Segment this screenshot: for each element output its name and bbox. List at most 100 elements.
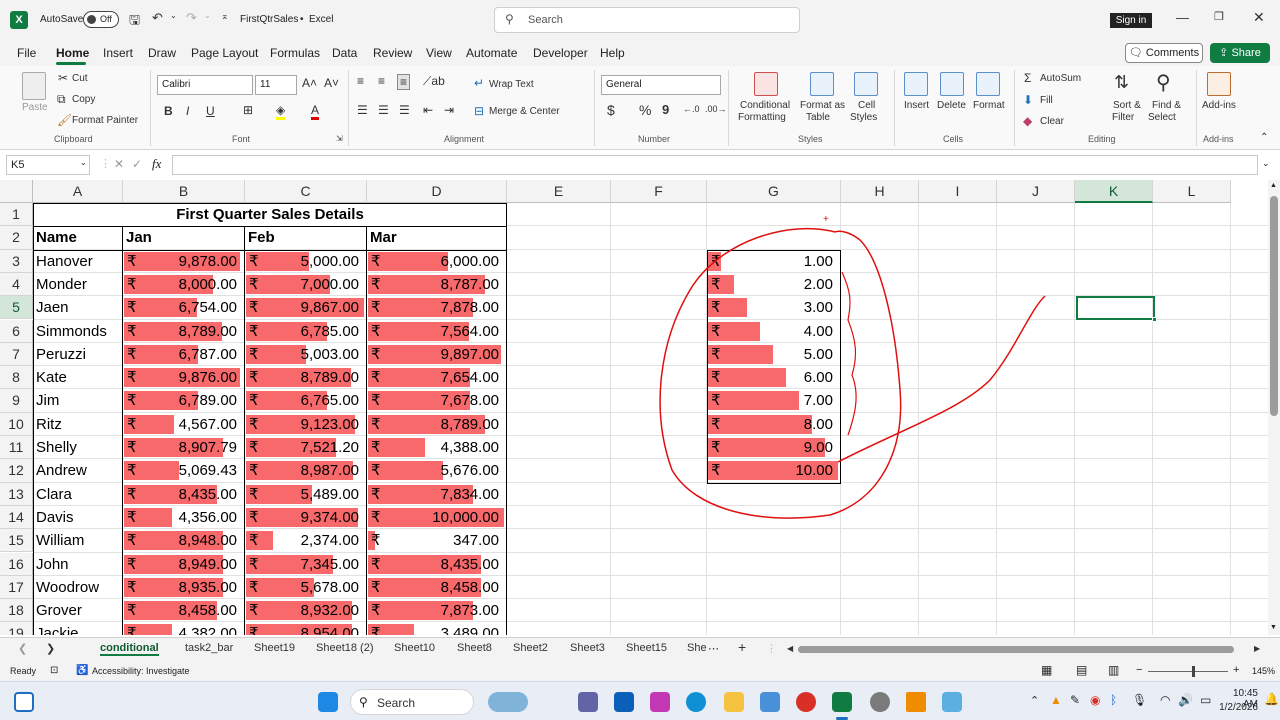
tab-split-icon[interactable]: ⋮ bbox=[766, 642, 777, 655]
format-painter-icon[interactable]: 🖌 bbox=[57, 113, 72, 127]
find-select-icon[interactable]: ⚲ bbox=[1156, 70, 1171, 95]
name-box[interactable]: K5 bbox=[6, 155, 90, 175]
conditional-formatting-label-2[interactable]: Formatting bbox=[738, 112, 786, 123]
zoom-slider[interactable] bbox=[1148, 671, 1228, 672]
font-size-select[interactable]: 11 bbox=[255, 75, 297, 95]
underline-button[interactable]: U bbox=[206, 104, 215, 118]
accounting-format-button[interactable]: $ bbox=[607, 102, 615, 118]
tab-insert[interactable]: Insert bbox=[103, 46, 133, 60]
undo-dropdown-icon[interactable]: ⌄ bbox=[170, 11, 177, 20]
merge-center-button[interactable]: Merge & Center bbox=[489, 106, 560, 117]
page-layout-view-icon[interactable]: ▤ bbox=[1076, 663, 1087, 677]
clock-date[interactable]: 1/2/2026 bbox=[1218, 702, 1258, 713]
tab-developer[interactable]: Developer bbox=[533, 46, 588, 60]
page-break-view-icon[interactable]: ▥ bbox=[1108, 663, 1119, 677]
undo-icon[interactable]: ↶ bbox=[152, 10, 163, 26]
percent-style-button[interactable]: % bbox=[639, 102, 651, 118]
tab-view[interactable]: View bbox=[426, 46, 452, 60]
excel-taskbar-icon[interactable] bbox=[832, 692, 852, 712]
scroll-up-icon[interactable]: ▲ bbox=[1270, 182, 1277, 189]
redo-icon[interactable]: ↷ bbox=[186, 10, 197, 26]
accessibility-status[interactable]: Accessibility: Investigate bbox=[92, 666, 190, 676]
cut-button[interactable]: Cut bbox=[72, 73, 88, 84]
increase-font-icon[interactable]: A˄ bbox=[302, 76, 317, 90]
insert-cells-button[interactable]: Insert bbox=[904, 100, 929, 111]
merge-center-icon[interactable]: ⊟ bbox=[474, 104, 484, 118]
battery-icon[interactable]: ▭ bbox=[1200, 693, 1211, 707]
save-icon[interactable]: 🖫 bbox=[129, 11, 140, 33]
cut-icon[interactable]: ✂ bbox=[58, 71, 68, 85]
font-dialog-launcher-icon[interactable]: ⇲ bbox=[336, 134, 343, 143]
delete-cells-button[interactable]: Delete bbox=[937, 100, 966, 111]
tray-pen-icon[interactable]: ✎ bbox=[1070, 693, 1080, 707]
share-button[interactable]: ⇪ Share bbox=[1210, 43, 1270, 63]
font-name-select[interactable]: Calibri bbox=[157, 75, 253, 95]
copy-icon[interactable]: ⧉ bbox=[57, 92, 66, 107]
align-center-icon[interactable]: ☰ bbox=[378, 103, 389, 117]
decrease-indent-icon[interactable]: ⇤ bbox=[423, 103, 433, 117]
tab-automate[interactable]: Automate bbox=[466, 46, 517, 60]
formula-input[interactable] bbox=[172, 155, 1258, 175]
increase-indent-icon[interactable]: ⇥ bbox=[444, 103, 454, 117]
horizontal-scroll-thumb[interactable] bbox=[798, 646, 1234, 653]
decrease-decimal-icon[interactable]: .00→ bbox=[705, 104, 727, 114]
tray-overflow-icon[interactable]: ⌃ bbox=[1030, 694, 1039, 707]
expand-formula-bar-icon[interactable]: ⌄ bbox=[1262, 158, 1270, 169]
sheet-tab-sheet10[interactable]: Sheet10 bbox=[394, 642, 435, 654]
format-as-table-label-2[interactable]: Table bbox=[806, 112, 830, 123]
enter-icon[interactable]: ✓ bbox=[132, 157, 142, 171]
normal-view-icon[interactable]: ▦ bbox=[1041, 663, 1052, 677]
wrap-text-icon[interactable]: ↵ bbox=[474, 76, 484, 90]
worksheet-grid[interactable]: ABCDEFGHIJKL 1 2 3 4 5 6 7 8 9 10 11 12 13 14 15 16 17 18… bbox=[0, 180, 1268, 635]
increase-decimal-icon[interactable]: ←.0 bbox=[683, 104, 700, 114]
format-as-table-icon[interactable] bbox=[810, 72, 834, 96]
align-top-icon[interactable]: ≡ bbox=[357, 74, 364, 88]
bold-button[interactable]: B bbox=[164, 104, 173, 118]
taskbar-search[interactable]: ⚲ Search bbox=[350, 689, 474, 715]
format-cells-icon[interactable] bbox=[976, 72, 1000, 96]
edge-icon[interactable] bbox=[686, 692, 706, 712]
vlc-icon[interactable] bbox=[906, 692, 926, 712]
pdf-reader-icon[interactable] bbox=[796, 692, 816, 712]
store-icon[interactable] bbox=[614, 692, 634, 712]
close-icon[interactable]: ✕ bbox=[1253, 9, 1265, 26]
find-select-button-2[interactable]: Select bbox=[1148, 112, 1176, 123]
fill-icon[interactable]: ⬇ bbox=[1023, 93, 1033, 107]
sheet-tab-sheet18-2[interactable]: Sheet18 (2) bbox=[316, 642, 373, 654]
tab-file[interactable]: File bbox=[17, 46, 36, 60]
tab-home[interactable]: Home bbox=[56, 46, 89, 60]
sheet-tab-conditional[interactable]: conditional bbox=[100, 642, 159, 656]
format-painter-button[interactable]: Format Painter bbox=[72, 115, 138, 126]
more-sheets-icon[interactable]: ⋯ bbox=[708, 642, 719, 655]
format-cells-button[interactable]: Format bbox=[973, 100, 1005, 111]
prev-sheet-icon[interactable]: ❮ bbox=[18, 642, 27, 655]
find-select-button[interactable]: Find & bbox=[1152, 100, 1181, 111]
sign-in-button[interactable]: Sign in bbox=[1110, 13, 1152, 28]
file-explorer-icon[interactable] bbox=[724, 692, 744, 712]
sheet-tab-sheet15[interactable]: Sheet15 bbox=[626, 642, 667, 654]
tab-draw[interactable]: Draw bbox=[148, 46, 176, 60]
paste-icon[interactable] bbox=[22, 72, 46, 100]
fill-color-icon[interactable]: ◈ bbox=[276, 103, 286, 120]
sheet-tab-task2-bar[interactable]: task2_bar bbox=[185, 642, 233, 654]
tab-help[interactable]: Help bbox=[600, 46, 625, 60]
insert-function-icon[interactable]: fx bbox=[152, 156, 161, 172]
scroll-right-icon[interactable]: ▶ bbox=[1254, 644, 1260, 653]
sort-filter-button-2[interactable]: Filter bbox=[1112, 112, 1134, 123]
cell-mode-icon[interactable]: ⊡ bbox=[50, 665, 58, 676]
autosum-icon[interactable]: Σ bbox=[1024, 71, 1031, 85]
search-box[interactable]: ⚲ Search bbox=[494, 7, 800, 33]
scroll-left-icon[interactable]: ◀ bbox=[787, 644, 793, 653]
format-as-table-label[interactable]: Format as bbox=[800, 100, 845, 111]
zoom-level[interactable]: 145% bbox=[1252, 666, 1275, 676]
number-format-select[interactable]: General bbox=[601, 75, 721, 95]
sort-filter-button[interactable]: Sort & bbox=[1113, 100, 1141, 111]
sheet-tab-truncated[interactable]: She bbox=[687, 642, 707, 654]
collapse-ribbon-icon[interactable]: ⌃ bbox=[1260, 132, 1268, 143]
volume-icon[interactable]: 🔊 bbox=[1178, 693, 1193, 707]
align-left-icon[interactable]: ☰ bbox=[357, 103, 368, 117]
wifi-icon[interactable]: ◠ bbox=[1160, 693, 1170, 707]
zoom-slider-thumb[interactable] bbox=[1192, 666, 1195, 677]
notepad-icon[interactable] bbox=[760, 692, 780, 712]
scroll-down-icon[interactable]: ▼ bbox=[1270, 624, 1277, 631]
